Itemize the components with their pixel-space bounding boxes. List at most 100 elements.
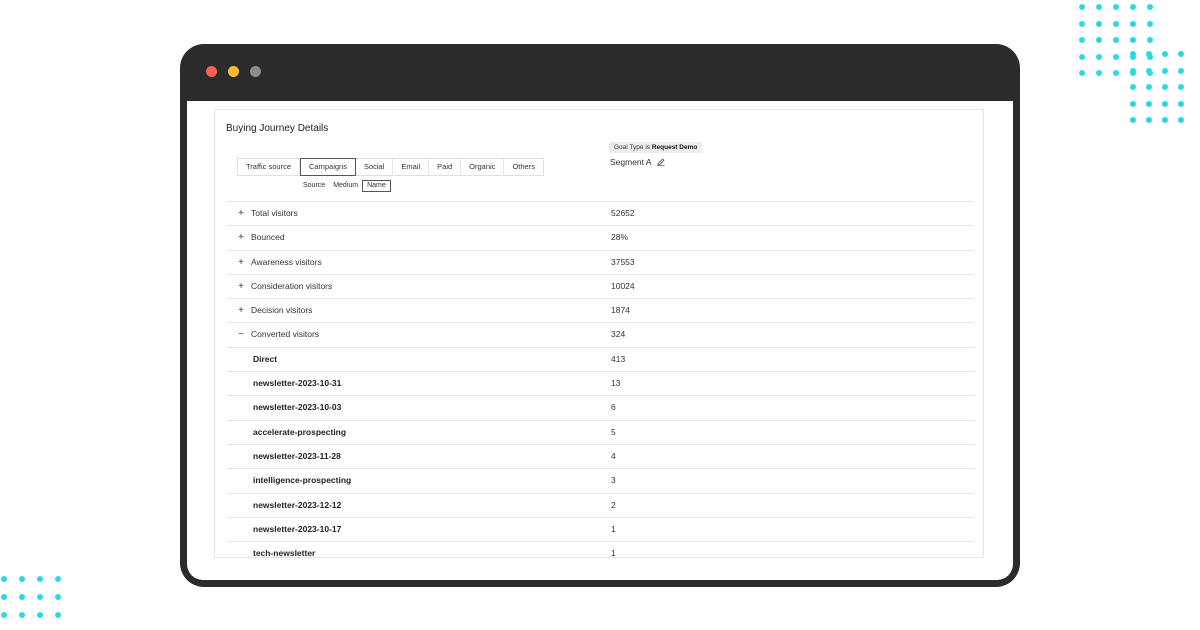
campaign-row: accelerate-prospecting 5 [227,419,974,444]
decorative-dot [1130,4,1136,10]
decorative-dot [19,576,25,582]
expand-icon[interactable]: + [237,275,245,298]
tab-others[interactable]: Others [504,159,543,175]
row-label: newsletter-2023-10-31 [253,378,342,389]
channel-tabs: Traffic source Campaigns Social Email Paid Or… [237,158,544,176]
decorative-dot [1178,67,1184,74]
journey-table: + Total visitors 52652 + Bounced 28% + Awarenes… [227,201,974,565]
row-value: 5 [611,426,616,437]
buying-journey-panel: Buying Journey Details Traffic source Cam… [214,109,984,558]
row-label-cell: newsletter-2023-10-17 [253,518,341,541]
decorative-dot [1,576,7,582]
campaign-row: newsletter-2023-10-17 1 [227,516,974,541]
metric-row[interactable]: + Decision visitors 1874 [227,298,974,322]
row-label-cell: accelerate-prospecting [253,421,346,444]
window-controls [206,66,261,77]
decorative-dot [1130,20,1136,27]
decorative-dot [1130,84,1136,90]
decorative-dot [1130,51,1136,57]
decorative-dot [1130,117,1136,123]
decorative-dot [55,612,61,618]
metric-row[interactable]: + Consideration visitors 10024 [227,273,974,298]
row-label-cell: + Consideration visitors [237,275,332,298]
row-label-cell: + Awareness visitors [237,251,322,274]
decorative-dot [1096,4,1102,10]
metric-row[interactable]: + Bounced 28% [227,225,974,249]
collapse-icon[interactable]: − [237,323,245,346]
row-label: Decision visitors [251,305,313,316]
row-value: 4 [611,450,616,461]
campaign-row: intelligence-prospecting 3 [227,468,974,492]
zoom-window-button[interactable] [250,66,261,77]
decorative-dot [1130,67,1136,74]
decorative-dot [1162,67,1168,74]
tab-email[interactable]: Email [393,159,430,175]
campaign-row: newsletter-2023-12-12 2 [227,492,974,517]
decorative-dot [55,576,61,582]
subtab-medium[interactable]: Medium [329,180,362,192]
decorative-dot [1079,4,1085,10]
close-window-button[interactable] [206,66,217,77]
expand-icon[interactable]: + [237,299,245,322]
decorative-dot [1130,37,1136,43]
campaign-row: tech-newsletter 1 [227,541,974,565]
decorative-dot [1096,37,1102,43]
decorative-dot [1147,20,1153,27]
row-label: Direct [253,353,278,364]
row-label: Consideration visitors [251,280,333,291]
campaign-row: newsletter-2023-10-31 13 [227,371,974,395]
row-value: 28% [611,232,629,243]
campaign-subtabs: Source Medium Name [299,180,391,192]
decorative-dot [37,576,43,582]
decorative-dot [1162,117,1168,123]
decorative-dot [1147,37,1153,43]
row-value: 324 [611,329,626,340]
panel-title: Buying Journey Details [226,123,329,134]
decorative-dot [1113,37,1119,43]
decorative-dot [1146,117,1152,123]
subtab-source[interactable]: Source [299,180,329,192]
row-label: tech-newsletter [253,548,316,559]
row-label-cell: + Bounced [237,226,284,249]
subtab-name[interactable]: Name [362,180,391,192]
decorative-dot [55,594,61,600]
minimize-window-button[interactable] [228,66,239,77]
decorative-dot [1147,4,1153,10]
expand-icon[interactable]: + [237,251,245,274]
decorative-dot [1146,67,1152,74]
row-label: newsletter-2023-10-03 [253,402,342,413]
metric-row[interactable]: + Total visitors 52652 [227,201,974,225]
decorative-dot [1178,117,1184,123]
row-value: 10024 [611,280,635,291]
decorative-dot [1146,51,1152,57]
tab-campaigns[interactable]: Campaigns [300,158,356,176]
expand-icon[interactable]: + [237,202,245,225]
metric-row[interactable]: + Awareness visitors 37553 [227,249,974,274]
tab-organic[interactable]: Organic [461,159,505,175]
decorative-dot [19,612,25,618]
campaign-row: newsletter-2023-11-28 4 [227,443,974,468]
row-label-cell: newsletter-2023-10-31 [253,372,341,395]
row-label: Converted visitors [251,329,320,340]
row-label: accelerate-prospecting [253,426,347,437]
row-label-cell: + Total visitors [237,202,298,225]
decorative-dot [1162,100,1168,107]
tab-paid[interactable]: Paid [429,159,462,175]
decorative-dot [1178,100,1184,107]
tab-traffic-source[interactable]: Traffic source [238,159,301,175]
row-label-cell: − Converted visitors [237,323,319,346]
pencil-icon[interactable] [656,158,665,166]
tab-social[interactable]: Social [356,159,394,175]
expand-icon[interactable]: + [237,226,245,249]
segment-header: Segment A [610,157,665,167]
decorative-dot [1113,70,1119,76]
row-label: intelligence-prospecting [253,475,352,486]
metric-row[interactable]: − Converted visitors 324 [227,322,974,346]
row-label: Total visitors [251,208,298,218]
decorative-dot [19,594,25,600]
campaign-row: Direct 413 [227,346,974,371]
row-label-cell: intelligence-prospecting [253,469,351,492]
decorative-dot [1,594,7,600]
row-value: 13 [611,378,621,389]
decorative-dot [1178,84,1184,90]
